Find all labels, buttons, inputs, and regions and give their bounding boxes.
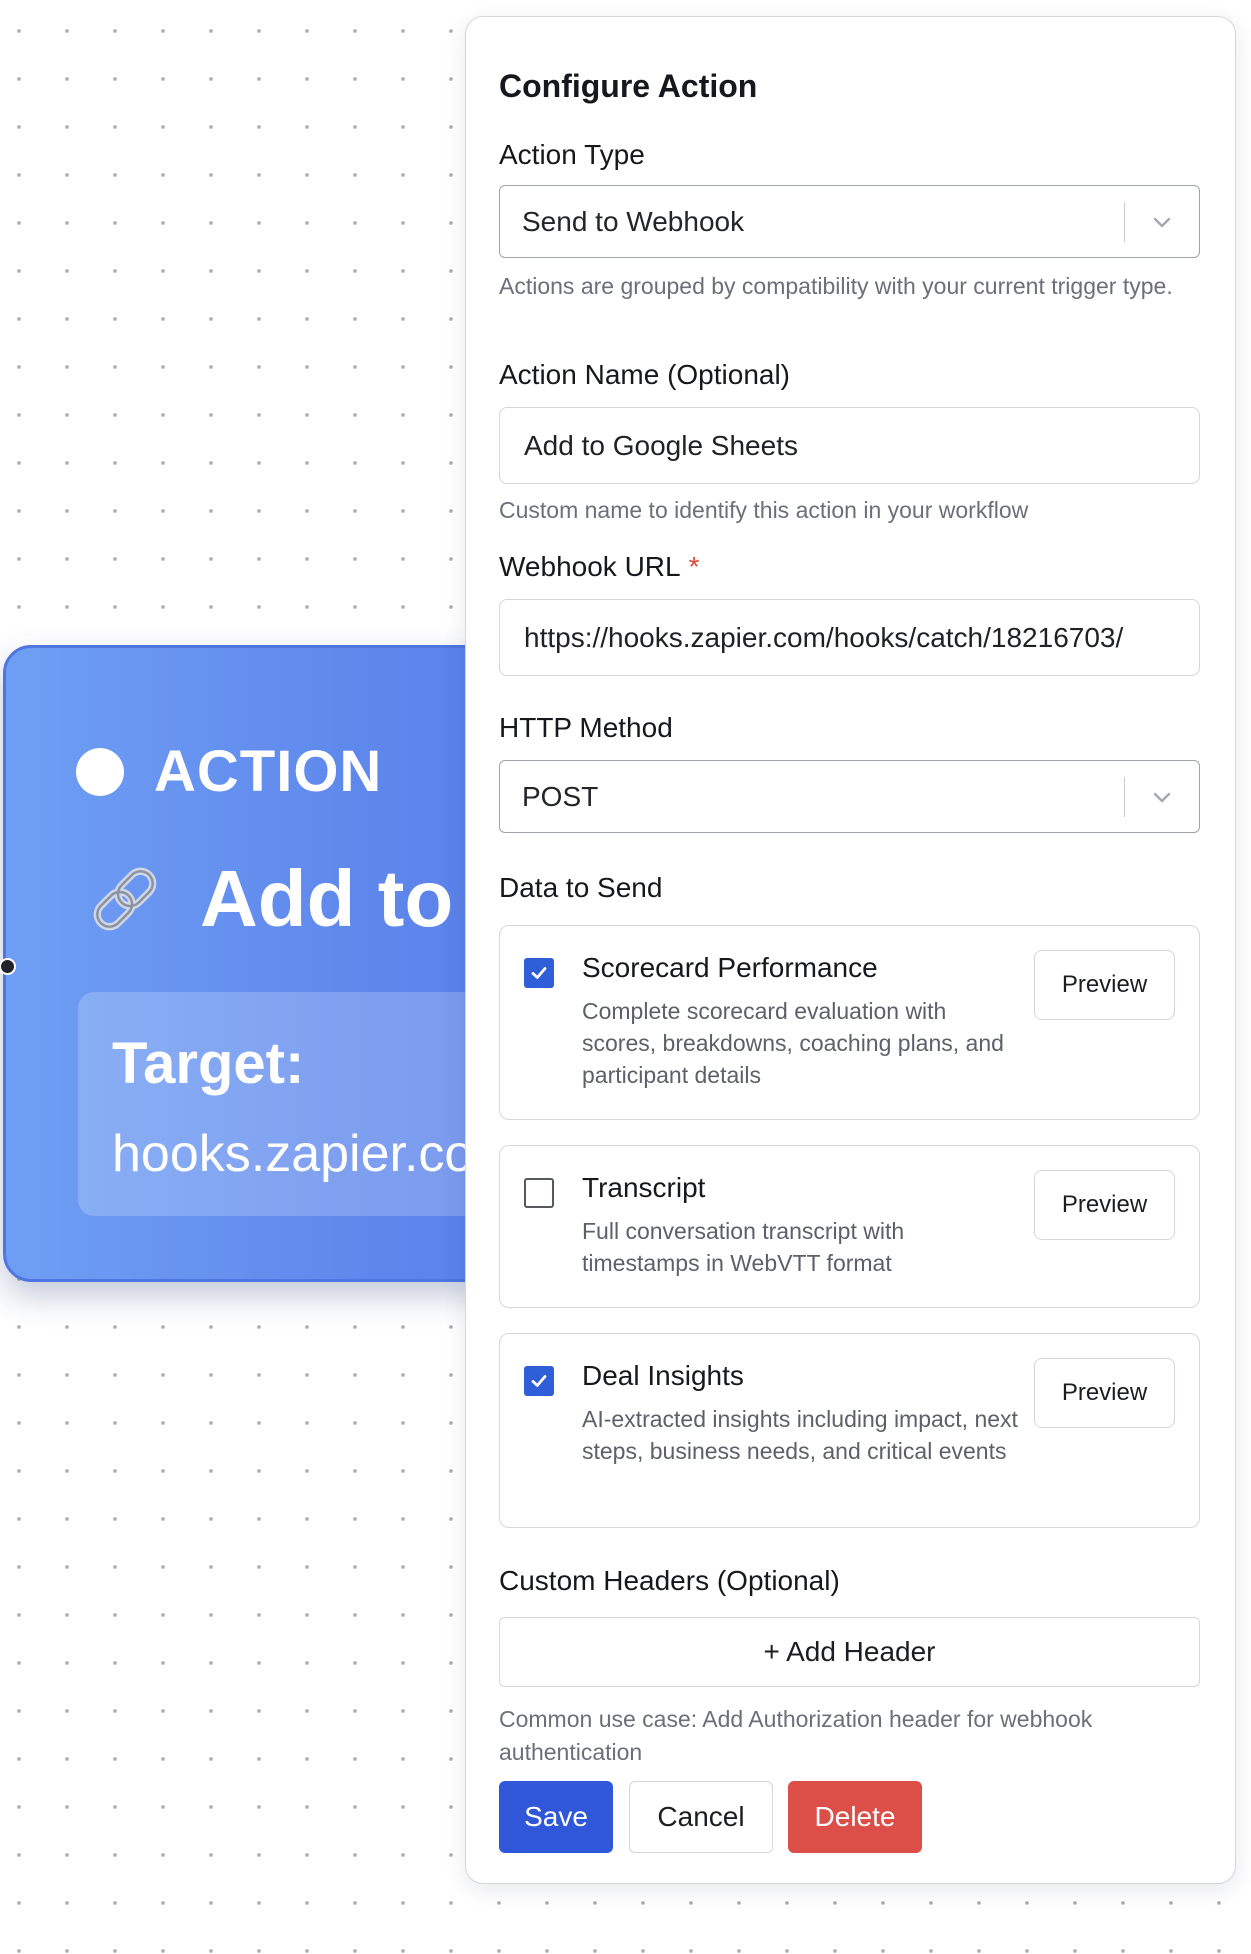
chevron-down-icon[interactable] — [1125, 785, 1199, 809]
node-type-label: ACTION — [154, 739, 383, 804]
chevron-down-icon[interactable] — [1125, 210, 1199, 234]
preview-button[interactable]: Preview — [1034, 950, 1175, 1020]
option-title: Deal Insights — [582, 1360, 744, 1391]
data-option-scorecard[interactable]: Scorecard Performance Complete scorecard… — [499, 925, 1200, 1120]
option-description: Full conversation transcript with timest… — [582, 1218, 905, 1276]
action-name-input[interactable]: Add to Google Sheets — [499, 407, 1200, 484]
http-method-value: POST — [522, 780, 599, 812]
panel-title: Configure Action — [499, 68, 758, 104]
option-title: Transcript — [582, 1172, 706, 1203]
action-name-help: Custom name to identify this action in y… — [499, 497, 1029, 523]
add-header-button[interactable]: + Add Header — [499, 1617, 1200, 1687]
webhook-url-input[interactable]: https://hooks.zapier.com/hooks/catch/182… — [499, 599, 1200, 676]
action-type-help: Actions are grouped by compatibility wit… — [499, 273, 1173, 299]
webhook-url-label: Webhook URL * — [499, 551, 699, 583]
delete-button[interactable]: Delete — [788, 1781, 922, 1853]
data-to-send-label: Data to Send — [499, 872, 663, 903]
deal-insights-checkbox[interactable] — [524, 1366, 554, 1396]
transcript-checkbox[interactable] — [524, 1178, 554, 1208]
check-icon — [531, 967, 547, 979]
http-method-select[interactable]: POST — [499, 760, 1200, 833]
option-title: Scorecard Performance — [582, 952, 878, 983]
data-option-transcript[interactable]: Transcript Full conversation transcript … — [499, 1145, 1200, 1308]
preview-button[interactable]: Preview — [1034, 1358, 1175, 1428]
option-description: Complete scorecard evaluation with score… — [582, 998, 1004, 1088]
custom-headers-help: Common use case: Add Authorization heade… — [499, 1706, 1093, 1765]
configure-action-panel: Configure Action Action Type Send to Web… — [465, 16, 1236, 1884]
webhook-url-label-text: Webhook URL — [499, 551, 681, 582]
check-icon — [531, 1375, 547, 1387]
status-dot-icon — [76, 747, 124, 796]
action-type-select[interactable]: Send to Webhook — [499, 185, 1200, 258]
node-header: ACTION — [76, 738, 382, 805]
cancel-button[interactable]: Cancel — [629, 1781, 773, 1853]
option-description: AI-extracted insights including impact, … — [582, 1406, 1018, 1464]
custom-headers-label: Custom Headers (Optional) — [499, 1565, 840, 1596]
target-label: Target: — [112, 1031, 305, 1096]
action-type-value: Send to Webhook — [522, 205, 745, 237]
http-method-label: HTTP Method — [499, 712, 673, 743]
required-indicator: * — [688, 551, 700, 582]
link-icon — [86, 860, 164, 938]
target-value: hooks.zapier.com — [112, 1125, 517, 1183]
action-type-label: Action Type — [499, 139, 645, 170]
scorecard-checkbox[interactable] — [524, 958, 554, 988]
node-connection-handle[interactable] — [0, 958, 16, 975]
data-option-deal-insights[interactable]: Deal Insights AI-extracted insights incl… — [499, 1333, 1200, 1528]
preview-button[interactable]: Preview — [1034, 1170, 1175, 1240]
save-button[interactable]: Save — [499, 1781, 613, 1853]
action-name-label: Action Name (Optional) — [499, 359, 791, 390]
